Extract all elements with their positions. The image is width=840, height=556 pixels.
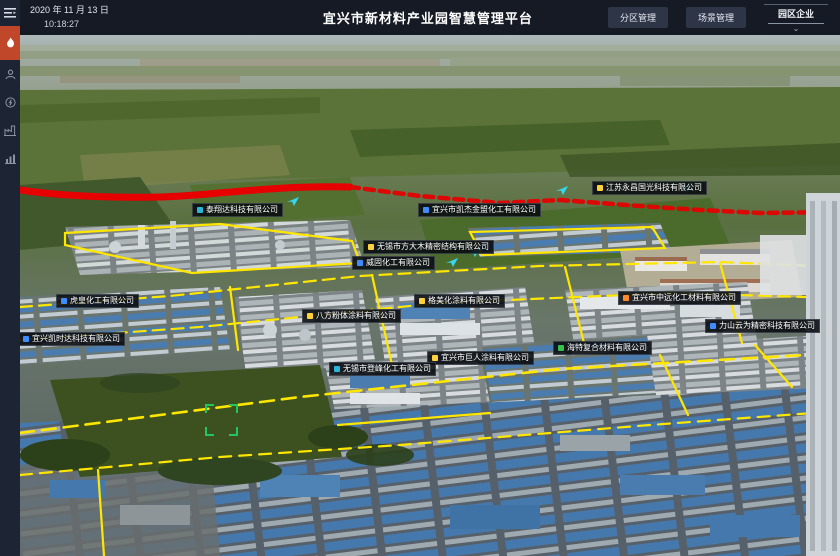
power-icon xyxy=(5,97,16,108)
company-label[interactable]: 宜兴市凯杰金盟化工有限公司 xyxy=(418,203,541,217)
top-header: 2020 年 11 月 13 日 10:18:27 宜兴市新材料产业园智慧管理平… xyxy=(20,0,840,35)
chevron-down-icon: ⌄ xyxy=(793,24,800,32)
sidebar-item-energy[interactable] xyxy=(0,88,20,116)
sidebar xyxy=(0,0,20,556)
company-label-text: 力山云为精密科技有限公司 xyxy=(719,322,815,330)
company-label[interactable]: 泰翔达科技有限公司 xyxy=(192,203,283,217)
company-label[interactable]: 八方粉体涂料有限公司 xyxy=(302,309,401,323)
company-marker-icon xyxy=(197,207,203,213)
company-label-text: 无锡市方大木精密结构有限公司 xyxy=(377,243,489,251)
company-marker-icon xyxy=(357,260,363,266)
company-marker-icon xyxy=(334,366,340,372)
company-label-text: 八方粉体涂料有限公司 xyxy=(316,312,396,320)
company-label[interactable]: 宜兴凯时达科技有限公司 xyxy=(20,332,125,346)
company-label-text: 江苏永昌国光科技有限公司 xyxy=(606,184,702,192)
company-label[interactable]: 无锡市方大木精密结构有限公司 xyxy=(363,240,494,254)
sidebar-item-enterprise[interactable] xyxy=(0,116,20,144)
header-actions: 分区管理 场景管理 园区企业 ⌄ xyxy=(608,4,840,32)
company-label[interactable]: 无锡市登峰化工有限公司 xyxy=(329,362,436,376)
iot-sensor-marker[interactable] xyxy=(556,186,568,195)
company-marker-icon xyxy=(432,355,438,361)
page-title: 宜兴市新材料产业园智慧管理平台 xyxy=(323,8,533,27)
datetime-display: 2020 年 11 月 13 日 10:18:27 xyxy=(30,4,109,30)
company-label-text: 无锡市登峰化工有限公司 xyxy=(343,365,431,373)
bar-chart-icon xyxy=(5,153,16,164)
sidebar-item-fire-monitor[interactable] xyxy=(0,26,20,60)
selection-target-brackets xyxy=(205,404,238,436)
company-marker-icon xyxy=(558,345,564,351)
time-label: 10:18:27 xyxy=(30,18,109,31)
company-marker-icon xyxy=(597,185,603,191)
sidebar-item-statistics[interactable] xyxy=(0,144,20,172)
company-marker-icon xyxy=(23,336,29,342)
company-label[interactable]: 威固化工有限公司 xyxy=(352,256,435,270)
company-label[interactable]: 江苏永昌国光科技有限公司 xyxy=(592,181,707,195)
company-marker-icon xyxy=(423,207,429,213)
scene-management-button[interactable]: 场景管理 xyxy=(686,7,746,28)
company-label-text: 威固化工有限公司 xyxy=(366,259,430,267)
park-enterprise-dropdown[interactable]: 园区企业 ⌄ xyxy=(764,4,828,32)
company-label-text: 宜兴凯时达科技有限公司 xyxy=(32,335,120,343)
company-label[interactable]: 格美化涂料有限公司 xyxy=(414,294,505,308)
company-label-text: 海特复合材料有限公司 xyxy=(567,344,647,352)
company-label[interactable]: 宜兴市中远化工材料有限公司 xyxy=(618,291,741,305)
menu-toggle[interactable] xyxy=(0,0,20,26)
company-label-text: 泰翔达科技有限公司 xyxy=(206,206,278,214)
map-overlays: 泰翔达科技有限公司 宜兴市凯杰金盟化工有限公司 江苏永昌国光科技有限公司无锡市方大木… xyxy=(20,35,840,556)
company-marker-icon xyxy=(368,244,374,250)
fire-icon xyxy=(5,37,16,49)
company-label[interactable]: 海特复合材料有限公司 xyxy=(553,341,652,355)
company-marker-icon xyxy=(307,313,313,319)
user-icon xyxy=(5,69,16,80)
company-label[interactable]: 力山云为精密科技有限公司 xyxy=(705,319,820,333)
iot-sensor-marker[interactable] xyxy=(287,197,299,206)
company-label-text: 宜兴市凯杰金盟化工有限公司 xyxy=(432,206,536,214)
menu-icon xyxy=(4,8,16,18)
map-3d-view[interactable]: 泰翔达科技有限公司 宜兴市凯杰金盟化工有限公司 江苏永昌国光科技有限公司无锡市方大木… xyxy=(20,35,840,556)
company-label-text: 虎皇化工有限公司 xyxy=(70,297,134,305)
company-label-text: 宜兴市中远化工材料有限公司 xyxy=(632,294,736,302)
date-label: 2020 年 11 月 13 日 xyxy=(30,4,109,17)
company-marker-icon xyxy=(419,298,425,304)
park-enterprise-dropdown-label: 园区企业 xyxy=(768,5,824,24)
company-marker-icon xyxy=(710,323,716,329)
company-label[interactable]: 虎皇化工有限公司 xyxy=(56,294,139,308)
iot-sensor-marker[interactable] xyxy=(446,258,458,267)
sidebar-item-personnel[interactable] xyxy=(0,60,20,88)
company-marker-icon xyxy=(61,298,67,304)
company-label-text: 格美化涂料有限公司 xyxy=(428,297,500,305)
company-label[interactable]: 宜兴市巨人涂料有限公司 xyxy=(427,351,534,365)
company-label-text: 宜兴市巨人涂料有限公司 xyxy=(441,354,529,362)
smart-park-platform: 2020 年 11 月 13 日 10:18:27 宜兴市新材料产业园智慧管理平… xyxy=(0,0,840,556)
company-marker-icon xyxy=(623,295,629,301)
factory-icon xyxy=(4,125,16,136)
zone-management-button[interactable]: 分区管理 xyxy=(608,7,668,28)
